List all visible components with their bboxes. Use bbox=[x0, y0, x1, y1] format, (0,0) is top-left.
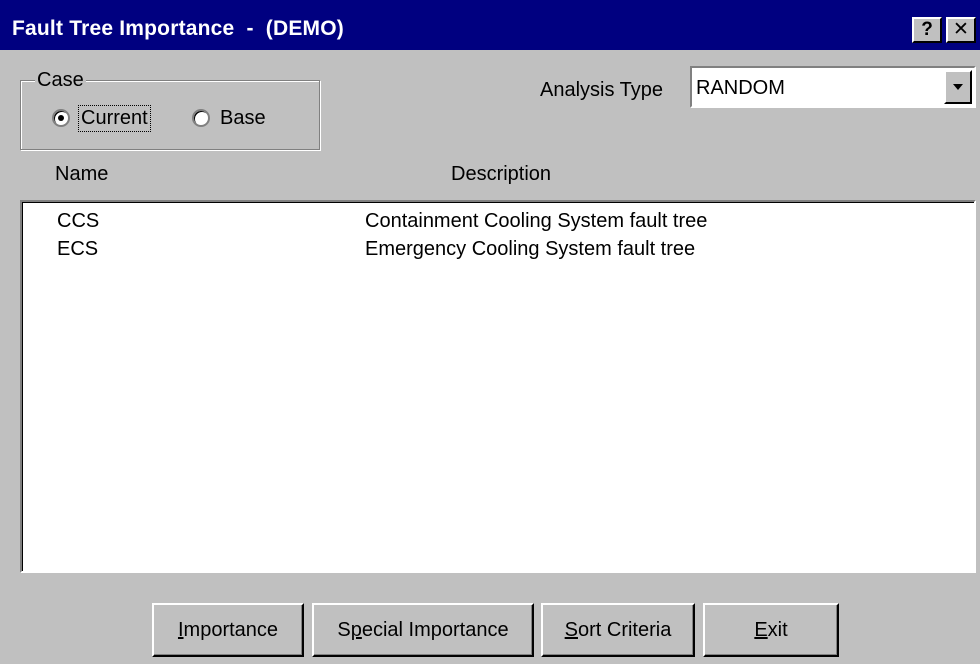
analysis-type-select[interactable]: RANDOM bbox=[690, 66, 976, 108]
window-title: Fault Tree Importance - (DEMO) bbox=[12, 17, 344, 40]
case-base-label: Base bbox=[220, 106, 266, 129]
exit-button[interactable]: Exit bbox=[703, 603, 839, 657]
case-base-radio[interactable]: Base bbox=[192, 106, 266, 130]
list-item-name: ECS bbox=[57, 238, 99, 260]
case-current-radio[interactable]: Current bbox=[52, 104, 151, 132]
analysis-type-value: RANDOM bbox=[696, 77, 785, 99]
special-importance-mnemonic: p bbox=[350, 618, 362, 641]
fault-tree-importance-window: Fault Tree Importance - (DEMO) ? ✕ Case … bbox=[0, 0, 980, 664]
list-item[interactable]: CCS Containment Cooling System fault tre… bbox=[22, 210, 974, 238]
exit-mnemonic: E bbox=[754, 618, 768, 641]
dropdown-arrow-button[interactable] bbox=[944, 70, 972, 104]
radio-unselected-icon[interactable] bbox=[192, 109, 210, 127]
list-item-name: CCS bbox=[57, 210, 100, 232]
special-importance-label: ecial Importance bbox=[361, 618, 509, 641]
sort-criteria-label: ort Criteria bbox=[577, 618, 672, 641]
help-button[interactable]: ? bbox=[912, 17, 942, 43]
close-button[interactable]: ✕ bbox=[946, 17, 976, 43]
importance-label: mportance bbox=[183, 618, 279, 641]
radio-selected-icon[interactable] bbox=[52, 109, 70, 127]
list-item[interactable]: ECS Emergency Cooling System fault tree bbox=[22, 238, 974, 266]
fault-tree-list[interactable]: CCS Containment Cooling System fault tre… bbox=[20, 200, 976, 573]
case-current-label: Current bbox=[78, 104, 151, 132]
case-legend: Case bbox=[35, 69, 86, 91]
special-importance-prefix: S bbox=[337, 618, 351, 641]
special-importance-button[interactable]: Sp ecial Importance bbox=[312, 603, 534, 657]
column-header-description: Description bbox=[451, 163, 552, 185]
importance-button[interactable]: Importance bbox=[152, 603, 304, 657]
sort-criteria-button[interactable]: Sort Criteria bbox=[541, 603, 695, 657]
sort-criteria-mnemonic: S bbox=[564, 618, 578, 641]
exit-label: xit bbox=[767, 618, 788, 641]
analysis-type-label: Analysis Type bbox=[540, 79, 664, 101]
title-bar[interactable]: Fault Tree Importance - (DEMO) ? ✕ bbox=[0, 0, 980, 50]
chevron-down-icon bbox=[953, 84, 963, 90]
column-header-name: Name bbox=[55, 163, 109, 185]
list-item-description: Containment Cooling System fault tree bbox=[365, 210, 708, 232]
list-item-description: Emergency Cooling System fault tree bbox=[365, 238, 696, 260]
